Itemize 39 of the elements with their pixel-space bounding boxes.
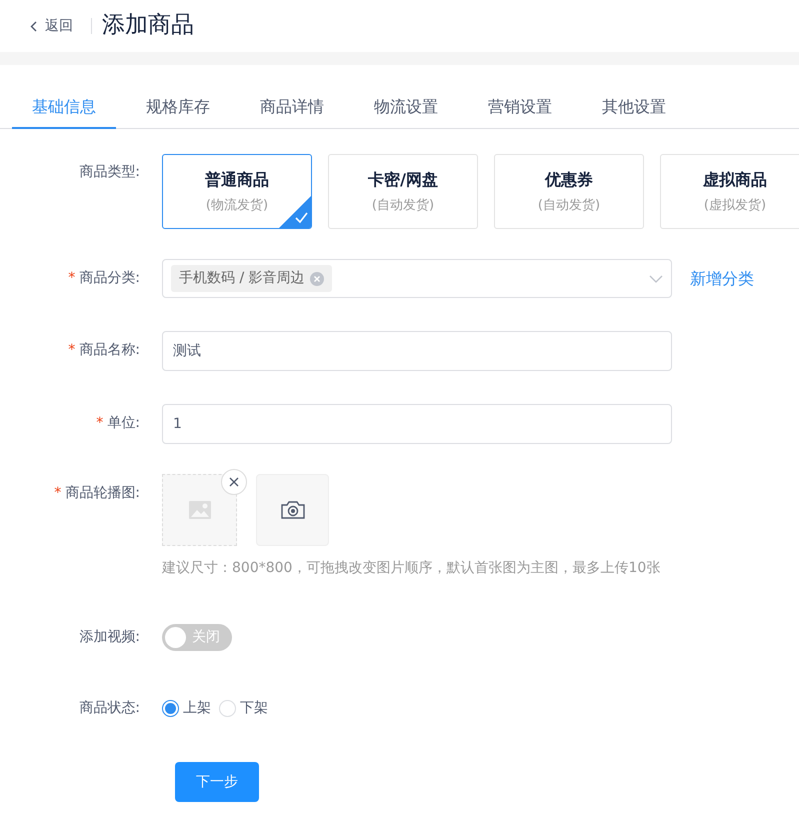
tab[interactable]: 营销设置 — [468, 95, 572, 129]
tab[interactable]: 规格库存 — [126, 95, 230, 129]
type-option-card[interactable]: 普通商品 (物流发货) — [162, 154, 312, 229]
field-label: 添加视频: — [78, 628, 140, 647]
radio-icon[interactable] — [162, 700, 179, 716]
type-option-card[interactable]: 虚拟商品 (虚拟发货) — [660, 154, 799, 229]
selected-check-icon — [279, 196, 311, 228]
field-label: 商品状态: — [78, 699, 140, 718]
camera-icon — [280, 500, 306, 520]
tag-remove-icon[interactable] — [310, 272, 324, 286]
unit-field[interactable]: 1 — [162, 404, 672, 444]
field-label: 商品类型: — [78, 163, 140, 182]
type-option-card[interactable]: 卡密/网盘 (自动发货) — [328, 154, 478, 229]
name-field[interactable]: 测试 — [162, 331, 672, 371]
required-asterisk: * — [68, 270, 76, 286]
image-placeholder-icon — [188, 501, 210, 519]
field-label: 商品轮播图: — [65, 485, 140, 501]
tab[interactable]: 其他设置 — [582, 95, 686, 129]
status-radio[interactable]: 下架 — [219, 698, 268, 718]
required-asterisk: * — [96, 415, 104, 431]
close-icon — [229, 477, 239, 487]
field-label: 商品名称: — [79, 342, 140, 358]
field-label: 单位: — [107, 415, 140, 431]
category-select[interactable]: 手机数码 / 影音周边 — [162, 259, 672, 298]
image-thumbnail[interactable] — [162, 474, 237, 546]
category-tag: 手机数码 / 影音周边 — [171, 265, 332, 292]
required-asterisk: * — [68, 342, 76, 358]
upload-image-button[interactable] — [256, 474, 329, 546]
status-radio[interactable]: 上架 — [162, 698, 211, 718]
back-link[interactable]: 返回 — [30, 16, 73, 36]
remove-image-button[interactable] — [221, 469, 247, 495]
required-asterisk: * — [54, 485, 62, 501]
tab[interactable]: 商品详情 — [240, 95, 344, 129]
page-title: 添加商品 — [102, 12, 194, 40]
back-chevron-icon — [30, 20, 37, 32]
field-label: 商品分类: — [79, 270, 140, 286]
tab[interactable]: 物流设置 — [354, 95, 458, 129]
upload-hint: 建议尺寸：800*800，可拖拽改变图片顺序，默认首张图为主图，最多上传10张 — [162, 559, 660, 578]
type-option-card[interactable]: 优惠券 (自动发货) — [494, 154, 644, 229]
